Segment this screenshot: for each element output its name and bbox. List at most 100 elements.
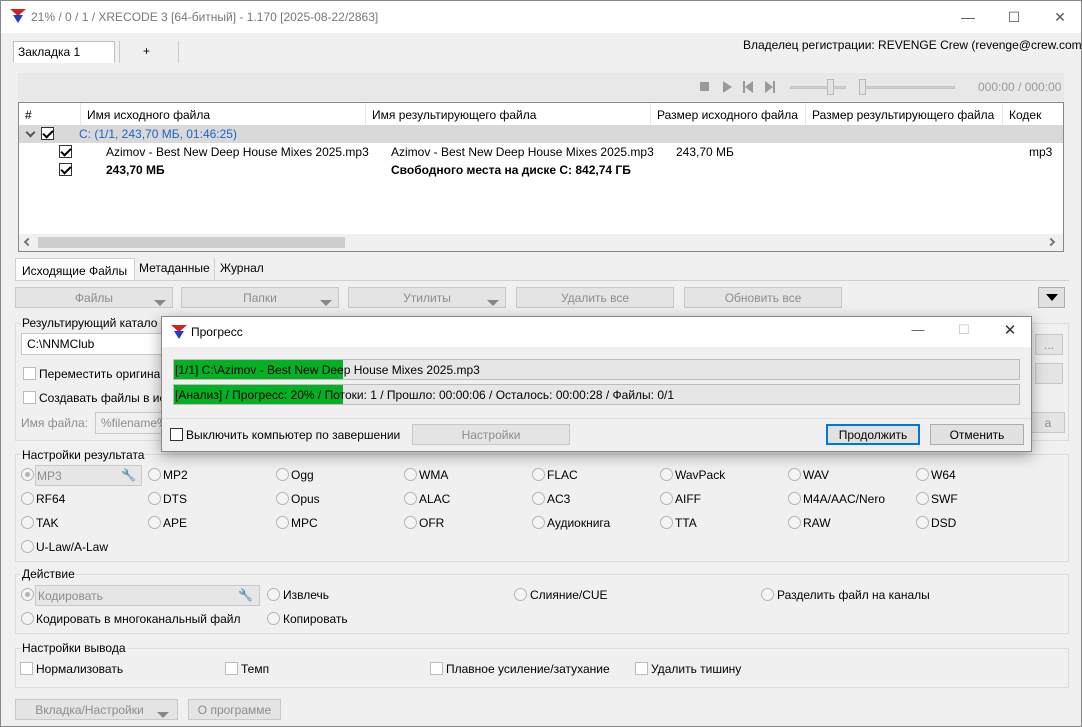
format-radio[interactable] [660, 492, 673, 505]
dialog-settings-button[interactable]: Настройки [412, 424, 570, 445]
continue-button[interactable]: Продолжить [826, 424, 920, 445]
remove-silence-checkbox[interactable] [635, 662, 648, 675]
column-result-size[interactable]: Размер результирующего файла [806, 103, 1003, 125]
maximize-button[interactable]: ☐ [991, 1, 1037, 33]
format-radio[interactable] [916, 516, 929, 529]
scrollbar-thumb[interactable] [38, 237, 345, 248]
format-radio[interactable] [404, 468, 417, 481]
action-title: Действие [21, 567, 76, 581]
format-radio[interactable] [916, 468, 929, 481]
fade-checkbox[interactable] [430, 662, 443, 675]
multichannel-radio[interactable] [21, 612, 34, 625]
scroll-right-icon[interactable] [1046, 237, 1056, 247]
format-radio[interactable] [404, 516, 417, 529]
stop-icon[interactable] [700, 82, 709, 91]
column-source-name[interactable]: Имя исходного файла [81, 103, 366, 125]
format-radio[interactable] [148, 516, 161, 529]
shutdown-checkbox[interactable] [170, 428, 183, 441]
column-number[interactable]: # [19, 103, 81, 125]
tab-metadata[interactable]: Метаданные [135, 258, 213, 280]
row-checkbox[interactable] [59, 145, 72, 158]
format-label: Ogg [291, 468, 314, 482]
utilities-button[interactable]: Утилиты [348, 287, 506, 308]
split-radio[interactable] [761, 588, 774, 601]
tab-source-files[interactable]: Исходящие Файлы [15, 258, 135, 281]
format-radio[interactable] [148, 492, 161, 505]
cancel-button[interactable]: Отменить [930, 424, 1024, 445]
format-radio[interactable] [660, 516, 673, 529]
horizontal-scrollbar[interactable] [19, 234, 1063, 251]
extract-radio[interactable] [267, 588, 280, 601]
add-tab-button[interactable]: + [139, 41, 154, 63]
main-window: 21% / 0 / 1 / XRECODE 3 [64-битный] - 1.… [0, 0, 1082, 727]
volume-slider-thumb[interactable] [827, 79, 834, 95]
close-icon: ✕ [1054, 8, 1066, 25]
maximize-icon: ☐ [958, 322, 970, 337]
tab-bookmark-1[interactable]: Закладка 1 [13, 41, 115, 63]
format-radio[interactable] [148, 468, 161, 481]
format-radio[interactable] [660, 468, 673, 481]
about-button[interactable]: О программе [188, 699, 281, 720]
dialog-maximize-button[interactable]: ☐ [952, 322, 976, 342]
options-dropdown-button[interactable] [1038, 287, 1065, 308]
folders-button[interactable]: Папки [181, 287, 339, 308]
seek-slider[interactable] [859, 86, 955, 89]
create-files-checkbox[interactable] [23, 391, 36, 404]
format-radio[interactable] [21, 540, 34, 553]
format-radio[interactable] [276, 468, 289, 481]
merge-radio[interactable] [514, 588, 527, 601]
summary-checkbox[interactable] [59, 163, 72, 176]
play-icon[interactable] [723, 81, 732, 93]
format-radio[interactable] [21, 468, 34, 481]
format-radio[interactable] [788, 468, 801, 481]
shutdown-label: Выключить компьютер по завершении [186, 428, 401, 442]
delete-all-button[interactable]: Удалить все [516, 287, 674, 308]
next-icon[interactable] [765, 81, 775, 93]
format-radio[interactable] [276, 492, 289, 505]
format-radio[interactable] [276, 516, 289, 529]
table-row[interactable]: Azimov - Best New Deep House Mixes 2025.… [19, 143, 1063, 161]
mp3-format-combo[interactable]: MP3 🔧 [35, 465, 142, 486]
group-checkbox[interactable] [41, 127, 54, 140]
dialog-minimize-button[interactable]: — [906, 322, 930, 342]
encode-radio[interactable] [21, 588, 34, 601]
format-radio[interactable] [788, 516, 801, 529]
seek-slider-thumb[interactable] [859, 79, 866, 95]
format-radio[interactable] [916, 492, 929, 505]
volume-slider[interactable] [790, 86, 846, 89]
normalize-checkbox[interactable] [20, 662, 33, 675]
total-progress-bar: [Анализ] / Прогресс: 20% / Потоки: 1 / П… [173, 384, 1020, 405]
side-button-1[interactable] [1035, 363, 1063, 384]
format-radio[interactable] [21, 492, 34, 505]
format-radio[interactable] [532, 468, 545, 481]
minimize-button[interactable]: — [945, 1, 991, 33]
format-label: SWF [931, 492, 958, 506]
format-radio[interactable] [404, 492, 417, 505]
files-button[interactable]: Файлы [15, 287, 173, 308]
format-radio[interactable] [21, 516, 34, 529]
move-original-checkbox[interactable] [23, 367, 36, 380]
total-progress-text: [Анализ] / Прогресс: 20% / Потоки: 1 / П… [175, 388, 675, 402]
encode-combo[interactable]: Кодировать 🔧 [35, 585, 260, 606]
wrench-icon[interactable]: 🔧 [121, 468, 136, 482]
previous-icon[interactable] [743, 81, 753, 93]
format-radio[interactable] [532, 492, 545, 505]
side-button-2[interactable]: а [1031, 412, 1065, 433]
format-radio[interactable] [532, 516, 545, 529]
browse-button[interactable]: ... [1035, 334, 1063, 355]
collapse-chevron-icon[interactable] [25, 127, 36, 138]
tempo-checkbox[interactable] [225, 662, 238, 675]
tab-log[interactable]: Журнал [214, 258, 270, 280]
tab-settings-button[interactable]: Вкладка/Настройки [15, 699, 178, 720]
group-row[interactable]: C: (1/1, 243,70 МБ, 01:46:25) [19, 125, 1063, 143]
close-button[interactable]: ✕ [1037, 1, 1081, 33]
column-source-size[interactable]: Размер исходного файла [651, 103, 806, 125]
dialog-close-button[interactable]: ✕ [998, 321, 1022, 341]
column-codec[interactable]: Кодек [1003, 103, 1063, 125]
copy-radio[interactable] [267, 612, 280, 625]
refresh-all-button[interactable]: Обновить все [684, 287, 842, 308]
column-result-name[interactable]: Имя результирующего файла [366, 103, 651, 125]
format-radio[interactable] [788, 492, 801, 505]
scroll-left-icon[interactable] [23, 237, 33, 247]
output-directory-input[interactable]: C:\NNMClub [21, 333, 181, 355]
